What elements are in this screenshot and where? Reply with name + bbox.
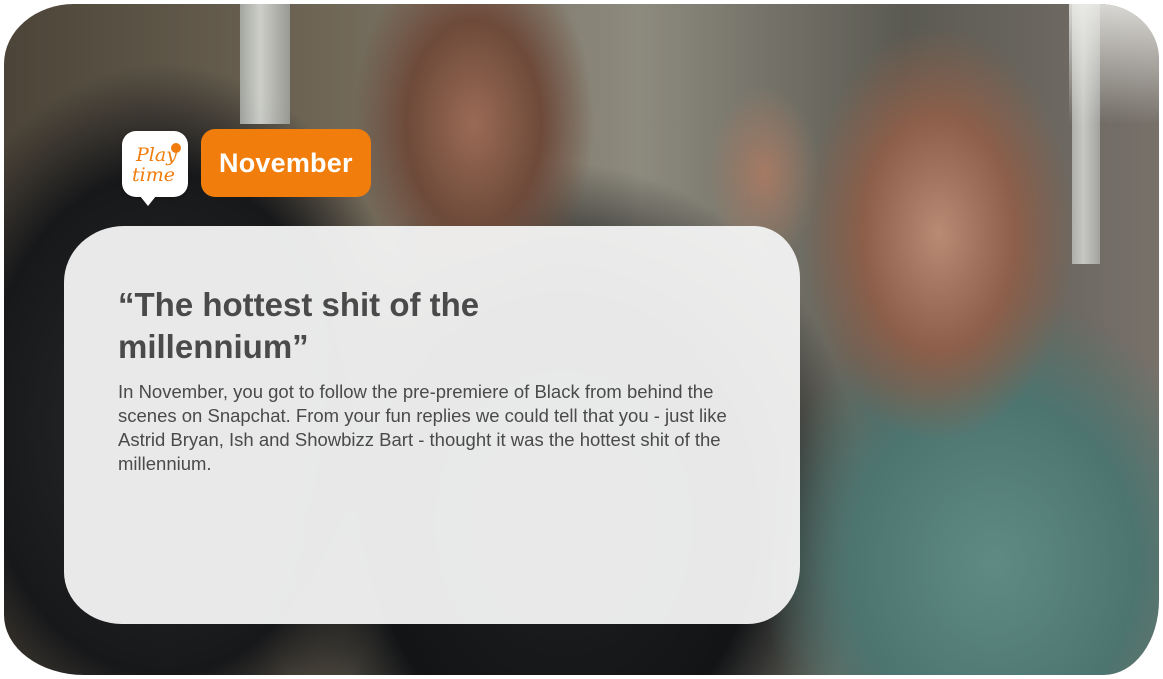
card-body: In November, you got to follow the pre-p… xyxy=(118,381,727,474)
slide: Play time November “The hottest shit of … xyxy=(0,0,1163,679)
window-light xyxy=(1069,4,1159,124)
svg-text:Play: Play xyxy=(135,144,177,166)
content-card: “The hottest shit of the millennium” In … xyxy=(64,226,800,624)
playtime-logo: Play time xyxy=(122,131,188,206)
card-title: “The hottest shit of the millennium” xyxy=(118,286,480,365)
train-pole xyxy=(240,4,290,124)
svg-text:time: time xyxy=(132,164,175,186)
month-badge: November xyxy=(201,129,371,197)
playtime-logo-icon: Play time xyxy=(132,143,181,186)
